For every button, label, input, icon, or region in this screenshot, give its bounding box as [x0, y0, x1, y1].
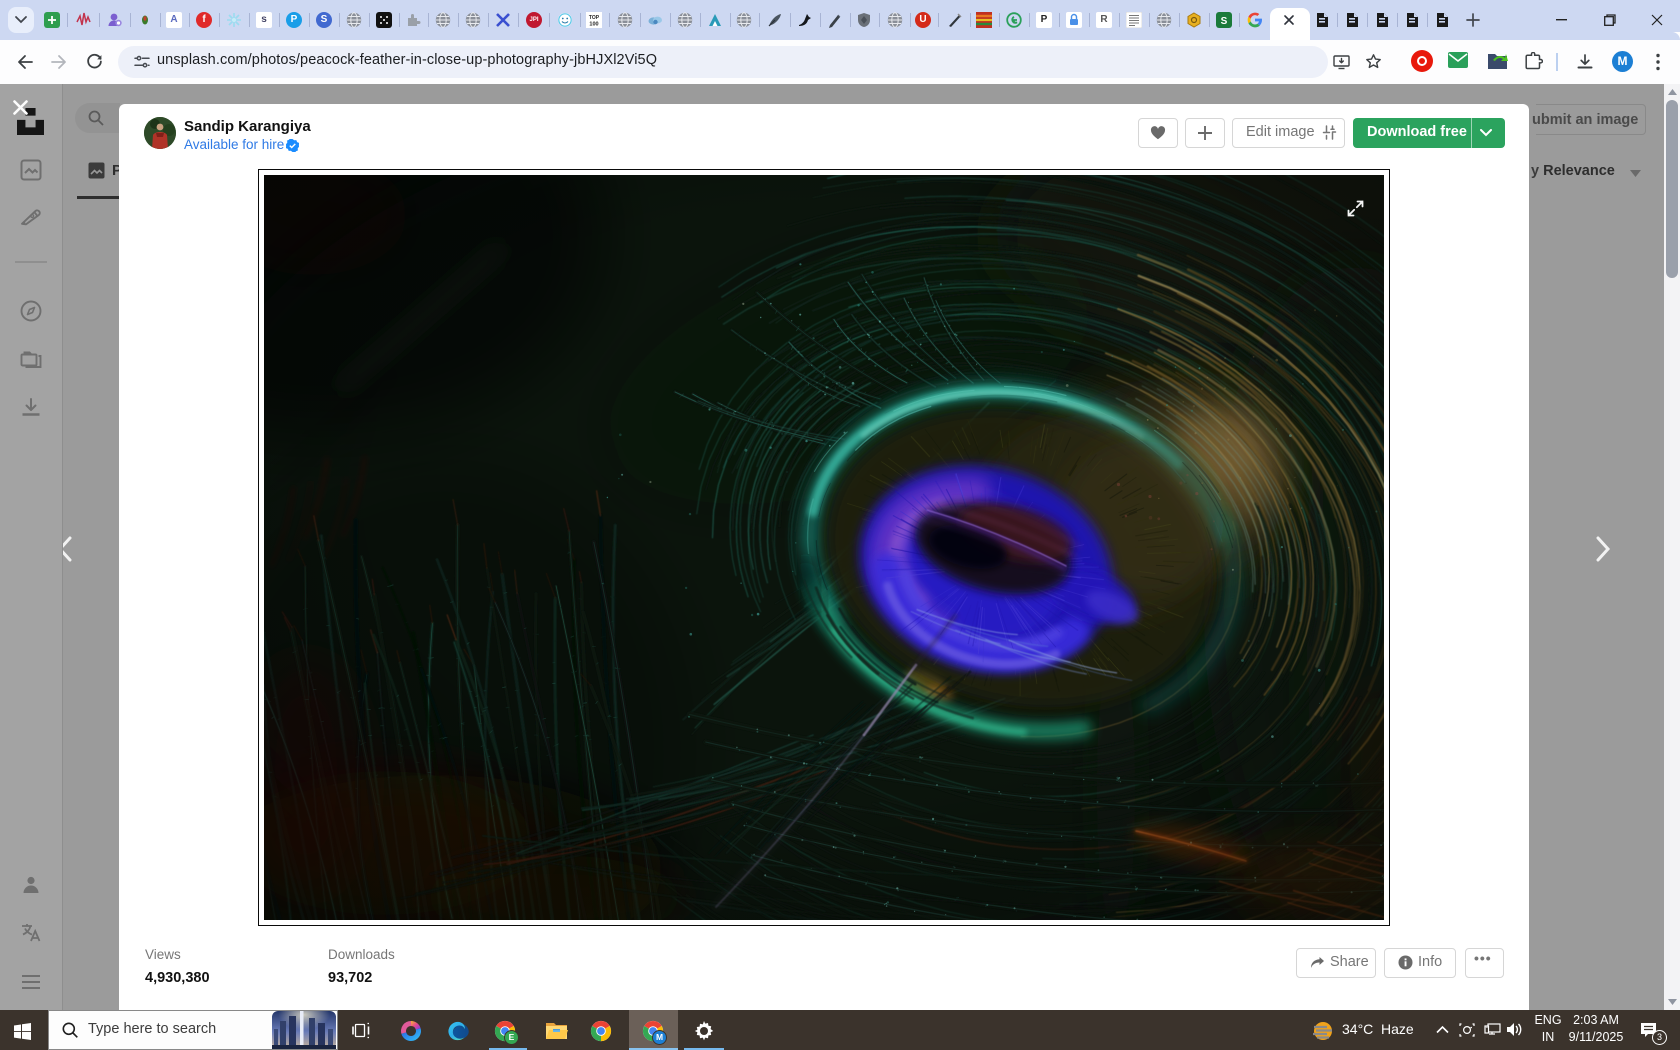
svg-text:S: S [1221, 16, 1228, 27]
svg-text:100: 100 [589, 22, 598, 28]
svg-text:TOP: TOP [589, 15, 600, 21]
